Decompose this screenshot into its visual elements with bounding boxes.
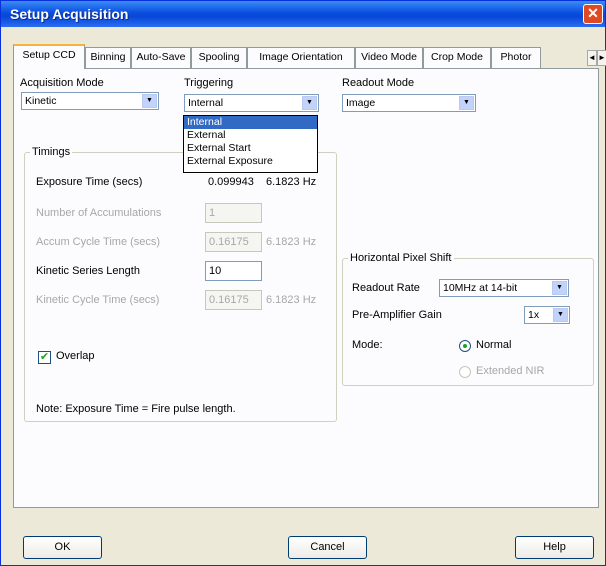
ok-button[interactable]: OK	[23, 536, 102, 559]
tab-photon[interactable]: Photor	[491, 47, 541, 68]
tab-label: Spooling	[198, 51, 240, 63]
accum-cycle-field[interactable]: 0.16175	[205, 232, 262, 252]
tab-label: Auto-Save	[136, 51, 186, 63]
triggering-label: Triggering	[184, 77, 234, 89]
cancel-button-label: Cancel	[310, 541, 345, 553]
accum-cycle-hz: 6.1823 Hz	[266, 236, 317, 248]
preamp-gain-value: 1x	[528, 309, 540, 321]
tab-crop-mode[interactable]: Crop Mode	[423, 47, 491, 68]
mode-extended-radio[interactable]	[459, 366, 471, 378]
readout-rate-label: Readout Rate	[352, 282, 420, 294]
exposure-time-value: 0.099943	[208, 176, 254, 188]
help-button[interactable]: Help	[515, 536, 594, 559]
tab-image-orientation[interactable]: Image Orientation	[247, 47, 355, 68]
exposure-hz: 6.1823 Hz	[266, 176, 317, 188]
chevron-down-icon: ▼	[142, 94, 157, 108]
tab-label: Photor	[500, 51, 532, 63]
kinetic-cycle-hz: 6.1823 Hz	[266, 294, 317, 306]
readout-rate-value: 10MHz at 14-bit	[443, 282, 518, 294]
mode-extended-label: Extended NIR	[476, 365, 545, 377]
triggering-options-list: Internal External External Start Externa…	[183, 115, 318, 173]
tab-label: Binning	[90, 51, 126, 63]
exposure-time-label: Exposure Time (secs)	[36, 176, 143, 188]
mode-normal-label: Normal	[476, 339, 512, 351]
setup-acquisition-window: Setup Acquisition ✕ Setup CCD Binning Au…	[0, 0, 606, 566]
triggering-option-external-start[interactable]: External Start	[184, 142, 317, 155]
triggering-option-external[interactable]: External	[184, 129, 317, 142]
accumulations-field[interactable]: 1	[205, 203, 262, 223]
chevron-down-icon: ▼	[552, 281, 567, 295]
exposure-note: Note: Exposure Time = Fire pulse length.	[36, 403, 236, 415]
tab-label: Setup CCD	[22, 49, 76, 61]
readout-mode-label: Readout Mode	[342, 77, 415, 89]
close-icon: ✕	[587, 5, 599, 21]
cancel-button[interactable]: Cancel	[288, 536, 367, 559]
tab-label: Video Mode	[361, 51, 417, 63]
series-length-label: Kinetic Series Length	[36, 265, 140, 277]
mode-label: Mode:	[352, 339, 383, 351]
tab-scroll-buttons: ◄ ►	[587, 50, 606, 66]
tab-label: Crop Mode	[431, 51, 483, 63]
triggering-select[interactable]: Internal ▼	[184, 94, 319, 112]
help-button-label: Help	[543, 541, 566, 553]
accum-cycle-label: Accum Cycle Time (secs)	[36, 236, 161, 248]
check-icon: ✔	[39, 351, 50, 363]
preamp-gain-label: Pre-Amplifier Gain	[352, 309, 442, 321]
chevron-down-icon: ▼	[302, 96, 317, 110]
mode-normal-radio[interactable]	[459, 340, 471, 352]
kinetic-cycle-field[interactable]: 0.16175	[205, 290, 262, 310]
acquisition-mode-label: Acquisition Mode	[20, 77, 104, 89]
overlap-checkbox[interactable]: ✔	[38, 351, 51, 364]
chevron-down-icon: ▼	[459, 96, 474, 110]
close-button[interactable]: ✕	[583, 4, 603, 24]
series-length-field[interactable]: 10	[205, 261, 262, 281]
accumulations-label: Number of Accumulations	[36, 207, 162, 219]
preamp-gain-select[interactable]: 1x ▼	[524, 306, 570, 324]
triggering-option-external-exposure[interactable]: External Exposure	[184, 155, 317, 168]
tab-video-mode[interactable]: Video Mode	[355, 47, 423, 68]
tab-scroll-left-icon[interactable]: ◄	[587, 50, 597, 66]
acquisition-mode-select[interactable]: Kinetic ▼	[21, 92, 159, 110]
readout-mode-select[interactable]: Image ▼	[342, 94, 476, 112]
kinetic-cycle-label: Kinetic Cycle Time (secs)	[36, 294, 160, 306]
tab-binning[interactable]: Binning	[85, 47, 131, 68]
overlap-label: Overlap	[56, 350, 95, 362]
readout-mode-value: Image	[346, 97, 376, 109]
ok-button-label: OK	[54, 541, 71, 553]
chevron-down-icon: ▼	[553, 308, 568, 322]
title-bar[interactable]: Setup Acquisition ✕	[1, 1, 605, 27]
tab-spooling[interactable]: Spooling	[191, 47, 247, 68]
window-title: Setup Acquisition	[10, 6, 129, 22]
timings-group	[24, 152, 337, 422]
tab-auto-save[interactable]: Auto-Save	[131, 47, 191, 68]
triggering-option-internal[interactable]: Internal	[184, 116, 317, 129]
tab-setup-ccd[interactable]: Setup CCD	[13, 44, 85, 69]
tab-scroll-right-icon[interactable]: ►	[597, 50, 606, 66]
readout-rate-select[interactable]: 10MHz at 14-bit ▼	[439, 279, 569, 297]
acquisition-mode-value: Kinetic	[25, 95, 57, 107]
pixel-shift-title: Horizontal Pixel Shift	[348, 252, 454, 264]
triggering-value: Internal	[188, 97, 224, 109]
tab-label: Image Orientation	[259, 51, 343, 63]
timings-title: Timings	[30, 146, 73, 158]
